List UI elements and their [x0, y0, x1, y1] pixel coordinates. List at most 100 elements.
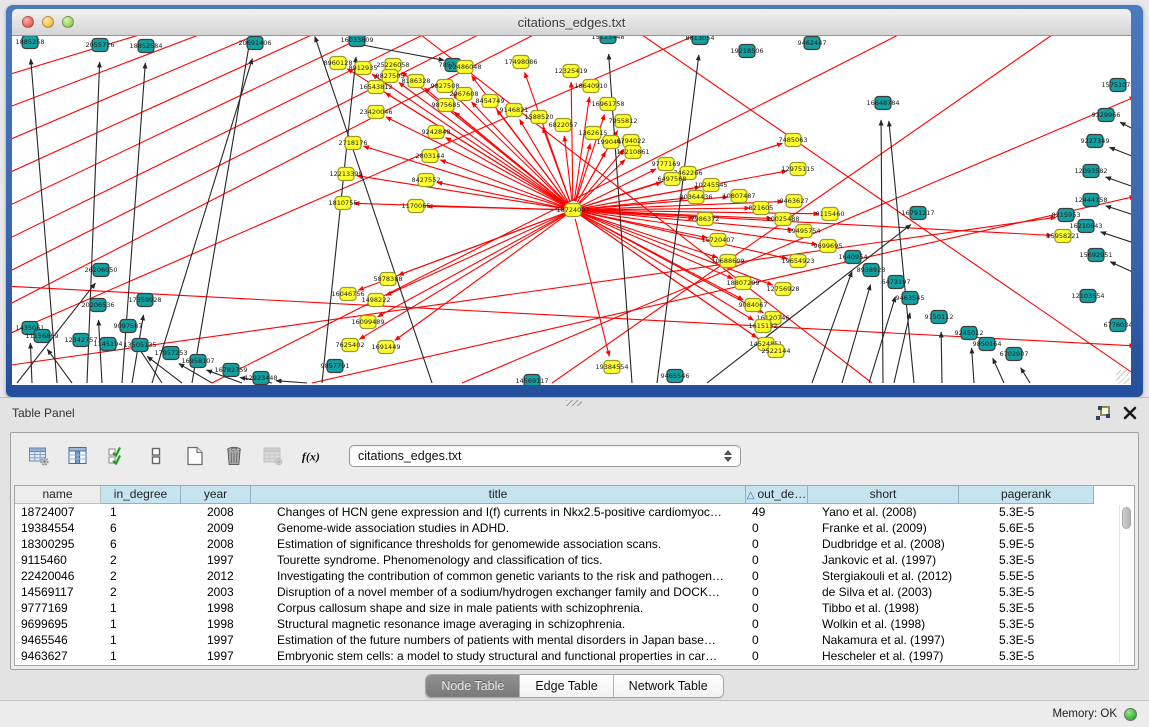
graph-node[interactable]: 16210861	[616, 146, 649, 159]
delete-column-button[interactable]	[222, 444, 246, 468]
graph-node[interactable]: 1810755	[329, 197, 358, 210]
table-row[interactable]: 2242004622012Investigating the contribut…	[15, 568, 1134, 584]
column-header-year[interactable]: year	[181, 486, 251, 504]
window-titlebar[interactable]: citations_edges.txt	[12, 9, 1131, 36]
column-header-short[interactable]: short	[808, 486, 959, 504]
graph-node[interactable]: 8186328	[402, 75, 431, 88]
table-row[interactable]: 946554611997Estimation of the future num…	[15, 632, 1134, 648]
table-row[interactable]: 946362711997Embryonic stem cells: a mode…	[15, 648, 1134, 664]
column-header-name[interactable]: name	[15, 486, 101, 504]
tab-network-table[interactable]: Network Table	[614, 675, 723, 697]
graph-node[interactable]: 16648784	[866, 97, 899, 110]
graph-node[interactable]: 6473197	[882, 276, 911, 289]
graph-node[interactable]: 2718176	[339, 137, 368, 150]
graph-node[interactable]: 9150112	[925, 311, 954, 324]
table-row[interactable]: 977716911998Corpus callosum shape and si…	[15, 600, 1134, 616]
graph-node[interactable]: 6776034	[1104, 319, 1131, 332]
network-file-select[interactable]: citations_edges.txt	[349, 445, 741, 467]
graph-node[interactable]: 9463627	[780, 195, 809, 208]
graph-node[interactable]: 20691406	[238, 37, 271, 50]
graph-node[interactable]: 9463545	[896, 292, 925, 305]
column-header-in_degree[interactable]: in_degree	[101, 486, 181, 504]
graph-node[interactable]: 9227349	[1081, 135, 1110, 148]
graph-node[interactable]: 6702907	[1000, 348, 1029, 361]
table-row[interactable]: 969969511998Structural magnetic resonanc…	[15, 616, 1134, 632]
window-resize-grip[interactable]	[1116, 370, 1130, 384]
graph-node[interactable]: 7986372	[691, 213, 720, 226]
graph-node[interactable]: 10025488	[766, 213, 799, 226]
graph-node[interactable]: 10245545	[694, 179, 727, 192]
graph-node[interactable]: 17498086	[504, 56, 537, 69]
table-scrollbar-thumb[interactable]	[1122, 507, 1131, 529]
import-table-button[interactable]	[261, 444, 285, 468]
table-row[interactable]: 1456911722003Disruption of a novel membe…	[15, 584, 1134, 600]
graph-node[interactable]: 19654923	[781, 255, 814, 268]
graph-node[interactable]: 15720407	[701, 234, 734, 247]
graph-node[interactable]: 10807487	[722, 190, 755, 203]
function-builder-button[interactable]: f(x)	[300, 444, 324, 468]
graph-node[interactable]: 20364436	[679, 191, 712, 204]
graph-node[interactable]: 8938923	[857, 264, 886, 277]
graph-node[interactable]: 16210643	[1069, 220, 1102, 233]
graph-node[interactable]: 20206536	[81, 299, 114, 312]
graph-node[interactable]: 16046756	[331, 288, 364, 301]
graph-node[interactable]: 9462447	[798, 37, 827, 50]
graph-node[interactable]: 6822057	[549, 119, 578, 132]
table-scrollbar[interactable]	[1119, 505, 1132, 663]
graph-node[interactable]: 1170065	[402, 200, 431, 213]
graph-node[interactable]: 12975115	[781, 163, 814, 176]
graph-node[interactable]: 7955812	[609, 115, 638, 128]
graph-node[interactable]: 15692951	[1079, 249, 1112, 262]
column-header-title[interactable]: title	[251, 486, 746, 504]
graph-node[interactable]: 2967608	[450, 88, 479, 101]
graph-node[interactable]: 12325419	[554, 65, 587, 78]
graph-node[interactable]: 9097587	[114, 320, 143, 333]
graph-node[interactable]: 8813054	[686, 36, 715, 45]
column-header-pagerank[interactable]: pagerank	[959, 486, 1094, 504]
graph-node[interactable]: 15751074	[1101, 79, 1131, 92]
graph-node[interactable]: 1145194	[94, 338, 123, 351]
graph-node[interactable]: 18640910	[574, 80, 607, 93]
graph-node[interactable]: 23420046	[359, 106, 392, 119]
graph-node[interactable]: 19384554	[595, 361, 628, 374]
graph-node[interactable]: 17359928	[128, 294, 161, 307]
table-row[interactable]: 1830029562008Estimation of significance …	[15, 536, 1134, 552]
table-settings-button[interactable]	[27, 444, 51, 468]
graph-node[interactable]: 26206050	[84, 264, 117, 277]
column-visibility-button[interactable]	[66, 444, 90, 468]
graph-node[interactable]: 12756928	[766, 283, 799, 296]
column-header-out_de[interactable]: △out_de…	[746, 486, 808, 504]
graph-node[interactable]: 9084067	[739, 299, 768, 312]
graph-node[interactable]: 12103554	[1071, 290, 1104, 303]
graph-node[interactable]: 2522144	[762, 345, 791, 358]
graph-node[interactable]: 15958221	[1046, 230, 1079, 243]
graph-node[interactable]: 15123448	[591, 36, 624, 44]
tab-node-table[interactable]: Node Table	[426, 675, 520, 697]
graph-node[interactable]: 13505135	[123, 339, 156, 352]
select-all-columns-button[interactable]	[105, 444, 129, 468]
graph-node[interactable]: 12923448	[244, 372, 277, 385]
graph-node[interactable]: 1691449	[372, 341, 401, 354]
citation-network-graph[interactable]: 1885258205572618852584206914061603380978…	[12, 36, 1131, 385]
graph-node[interactable]: 1885258	[16, 36, 45, 49]
create-column-button[interactable]	[183, 444, 207, 468]
graph-node[interactable]: 9329966	[1092, 109, 1121, 122]
graph-node[interactable]: 14569117	[515, 375, 548, 386]
graph-node[interactable]: 16961758	[591, 98, 624, 111]
graph-node[interactable]: 12213399	[329, 168, 362, 181]
graph-node[interactable]: 8215953	[1052, 209, 1081, 222]
graph-node[interactable]: 9850164	[973, 338, 1002, 351]
graph-node[interactable]: 9465546	[661, 370, 690, 383]
graph-node[interactable]: 16543812	[359, 81, 392, 94]
float-panel-button[interactable]	[1095, 406, 1110, 421]
graph-node[interactable]: 9115460	[816, 208, 845, 221]
graph-node[interactable]: 12093582	[1074, 165, 1107, 178]
table-row[interactable]: 1938455462009Genome-wide association stu…	[15, 520, 1134, 536]
graph-node[interactable]: 1615132	[749, 320, 778, 333]
graph-node[interactable]: 2803144	[416, 150, 445, 163]
network-graph-canvas[interactable]: 1885258205572618852584206914061603380978…	[12, 36, 1131, 385]
graph-node[interactable]: 7625402	[336, 339, 365, 352]
deselect-columns-button[interactable]	[144, 444, 168, 468]
table-row[interactable]: 1872400712008Changes of HCN gene express…	[15, 504, 1134, 520]
graph-node[interactable]: 7485063	[779, 134, 808, 147]
